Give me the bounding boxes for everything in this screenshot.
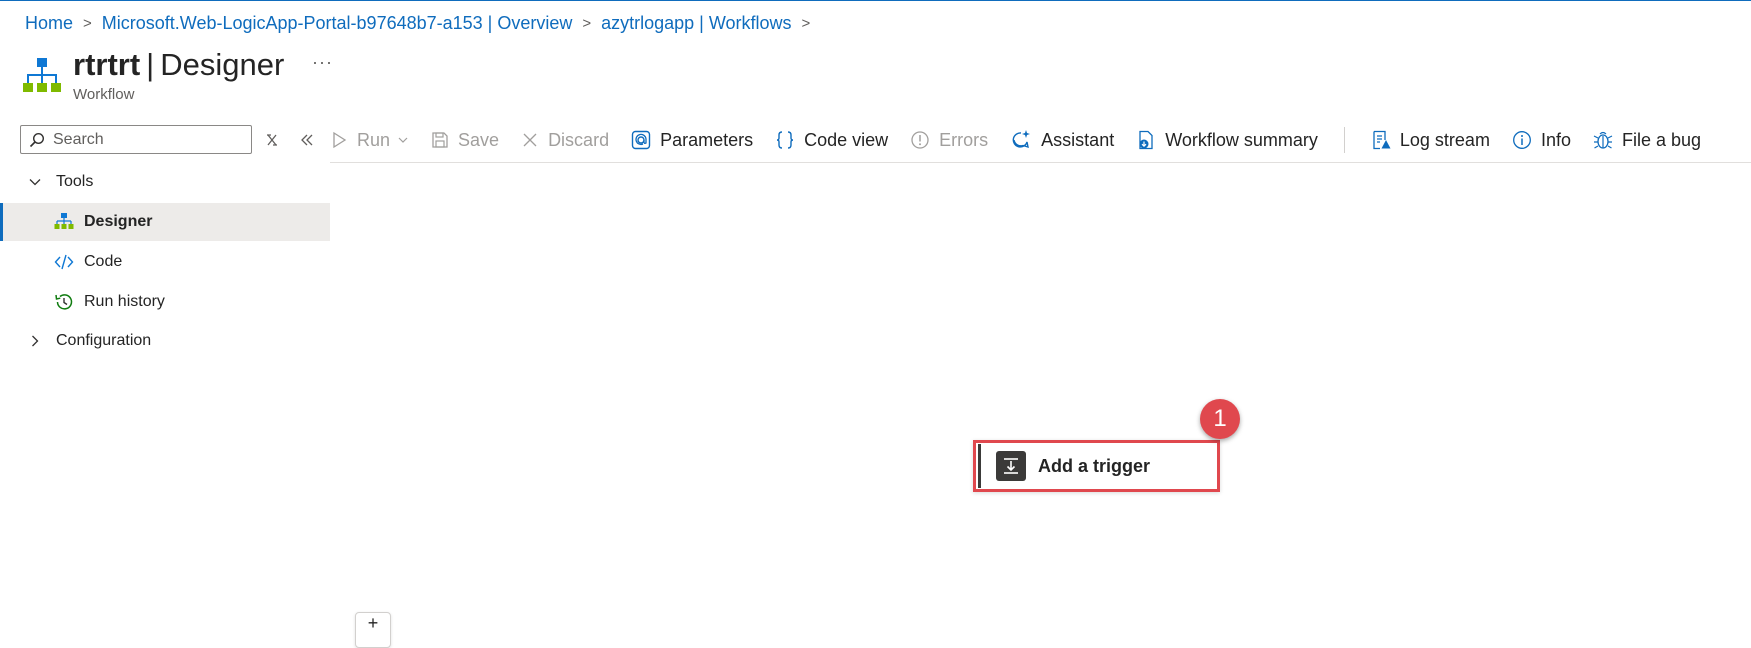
log-stream-label: Log stream	[1399, 129, 1490, 150]
run-button[interactable]: Run	[330, 130, 409, 151]
clear-filter-icon	[267, 134, 277, 146]
page-subtitle: Workflow	[73, 86, 135, 103]
code-view-button[interactable]: Code view	[775, 130, 888, 151]
info-label: Info	[1540, 129, 1571, 150]
code-view-label: Code view	[804, 129, 889, 150]
workflow-name: rtrtrt	[73, 47, 141, 82]
chevron-down-icon	[398, 137, 408, 143]
designer-toolbar: Run Save Discard Parameters Code view Er…	[330, 124, 1723, 156]
title-separator: |	[146, 47, 155, 82]
play-icon	[333, 131, 347, 149]
sidebar-group-label: Tools	[56, 173, 94, 190]
designer-canvas[interactable]	[330, 163, 1751, 631]
step-number-badge: 1	[1200, 399, 1240, 439]
search-input[interactable]	[51, 129, 245, 150]
parameters-button[interactable]: Parameters	[631, 130, 753, 151]
breadcrumb: Home > Microsoft.Web-LogicApp-Portal-b97…	[25, 13, 820, 34]
breadcrumb-separator: >	[582, 15, 592, 32]
top-accent-line	[0, 0, 1751, 1]
page-title: rtrtrt | Designer	[73, 47, 284, 83]
sidebar-group-configuration[interactable]: Configuration	[0, 322, 330, 360]
trigger-icon	[996, 451, 1026, 481]
log-stream-button[interactable]: Log stream	[1371, 130, 1490, 151]
workflow-icon	[22, 56, 62, 96]
assistant-icon	[1012, 130, 1031, 149]
sidebar-item-code[interactable]: Code	[0, 243, 330, 281]
errors-button[interactable]: Errors	[910, 130, 988, 151]
clear-search-button[interactable]	[260, 128, 284, 152]
breadcrumb-workflows[interactable]: azytrlogapp | Workflows	[601, 13, 791, 34]
errors-label: Errors	[939, 129, 989, 150]
file-a-bug-button[interactable]: File a bug	[1593, 130, 1701, 151]
sidebar-item-run-history[interactable]: Run history	[0, 283, 330, 321]
braces-icon	[777, 131, 794, 149]
sidebar-group-label: Configuration	[56, 332, 152, 349]
workflow-summary-button[interactable]: Workflow summary	[1136, 130, 1318, 151]
save-button[interactable]: Save	[431, 130, 499, 151]
sidebar-item-label: Run history	[84, 293, 165, 310]
section-name: Designer	[160, 47, 285, 82]
sidebar-item-label: Code	[84, 253, 123, 270]
zoom-in-button[interactable]: +	[355, 612, 391, 648]
bug-icon	[1593, 131, 1613, 149]
breadcrumb-separator: >	[801, 15, 811, 32]
breadcrumb-separator: >	[83, 15, 92, 32]
add-trigger-label: Add a trigger	[1038, 455, 1151, 476]
designer-icon	[54, 212, 74, 232]
history-icon	[54, 292, 74, 312]
assistant-button[interactable]: Assistant	[1010, 129, 1114, 151]
parameters-label: Parameters	[660, 129, 754, 150]
error-icon	[911, 131, 929, 149]
close-icon	[523, 133, 537, 147]
breadcrumb-logicapp-overview[interactable]: Microsoft.Web-LogicApp-Portal-b97648b7-a…	[102, 13, 573, 34]
sidebar-item-designer[interactable]: Designer	[0, 203, 330, 241]
sidebar-group-tools[interactable]: Tools	[0, 163, 330, 201]
file-a-bug-label: File a bug	[1621, 129, 1702, 150]
discard-label: Discard	[548, 129, 610, 150]
sidebar-search[interactable]	[20, 125, 252, 154]
add-trigger-button[interactable]: Add a trigger	[973, 440, 1220, 492]
document-download-icon	[1139, 130, 1153, 150]
chevron-down-icon	[29, 179, 41, 186]
code-icon	[54, 252, 74, 272]
sidebar-item-label: Designer	[84, 213, 153, 230]
run-label: Run	[357, 129, 391, 150]
log-stream-icon	[1373, 130, 1391, 150]
assistant-label: Assistant	[1041, 129, 1115, 150]
chevron-right-icon	[32, 335, 39, 347]
parameters-icon	[631, 130, 651, 150]
save-icon	[432, 132, 448, 148]
double-chevron-left-icon	[301, 134, 313, 146]
save-label: Save	[458, 129, 500, 150]
breadcrumb-home[interactable]: Home	[25, 13, 73, 34]
info-icon	[1512, 131, 1531, 149]
toolbar-divider	[1343, 127, 1345, 153]
info-button[interactable]: Info	[1512, 130, 1571, 151]
discard-button[interactable]: Discard	[521, 130, 609, 151]
collapse-sidebar-button[interactable]	[295, 128, 319, 152]
more-options-button[interactable]: ···	[312, 52, 333, 73]
search-icon	[29, 132, 45, 147]
workflow-summary-label: Workflow summary	[1165, 129, 1318, 150]
